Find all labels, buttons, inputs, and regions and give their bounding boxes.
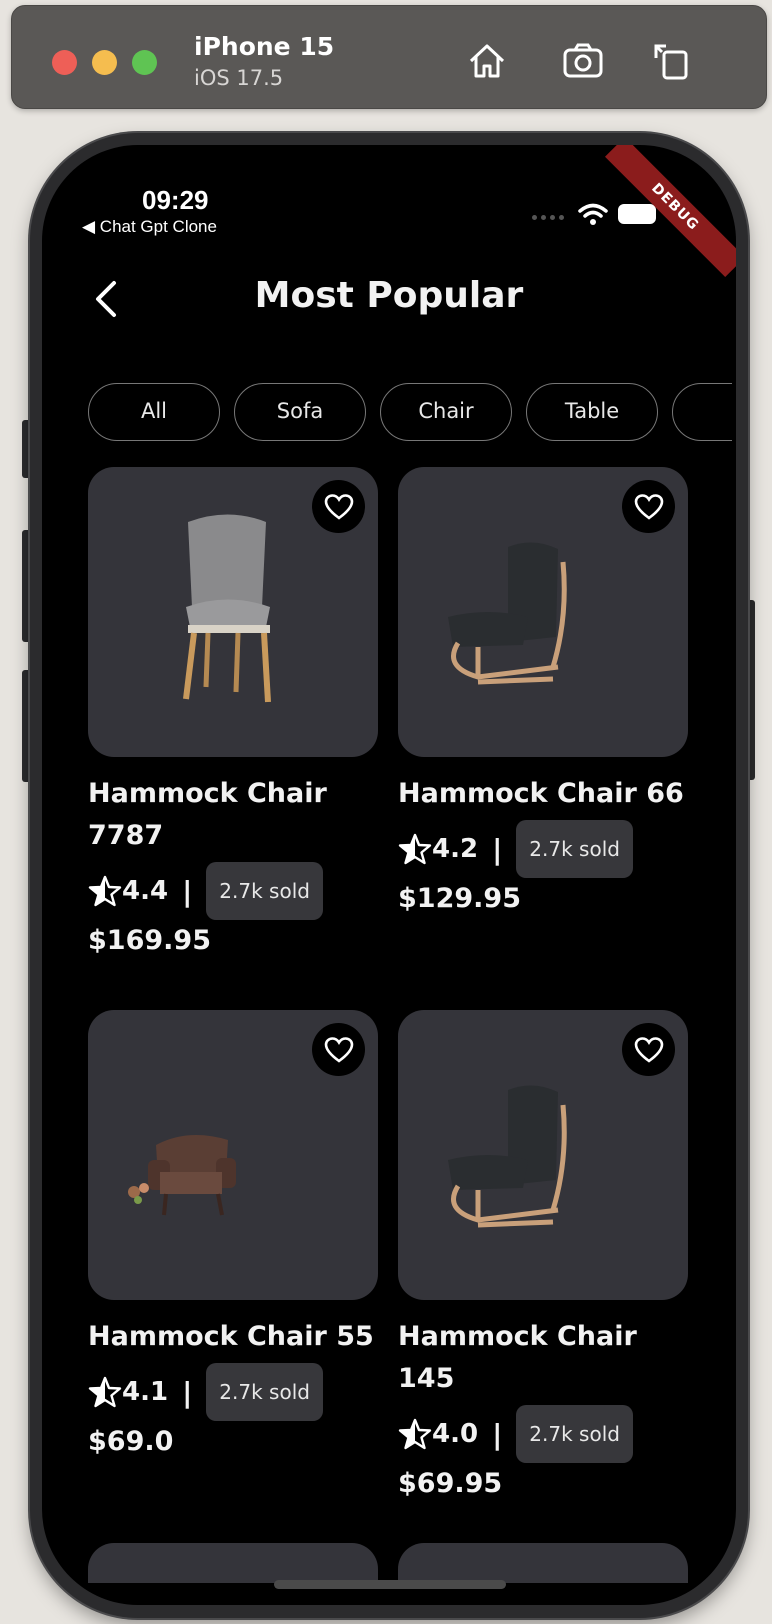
product-name: Hammock Chair 66	[398, 778, 684, 809]
chip-table[interactable]: Table	[526, 383, 658, 441]
home-icon[interactable]	[464, 38, 510, 84]
app-screen: 09:29 ◀ Chat Gpt Clone DEBUG Most Popula…	[42, 145, 736, 1605]
heart-icon	[324, 493, 353, 520]
product-name: Hammock Chair 55	[88, 1321, 374, 1352]
sold-badge: 2.7k sold	[516, 1405, 633, 1463]
status-time: 09:29	[142, 185, 209, 215]
product-image	[88, 467, 378, 757]
wifi-icon	[578, 203, 608, 227]
device-name: iPhone 15	[194, 32, 335, 61]
product-name: Hammock Chair 7787	[88, 778, 327, 851]
back-to-app-link[interactable]: ◀ Chat Gpt Clone	[82, 217, 217, 237]
battery-icon	[618, 204, 656, 224]
separator: |	[492, 1417, 503, 1451]
screenshot-icon[interactable]	[560, 38, 606, 84]
zoom-window-button[interactable]	[132, 50, 157, 75]
minimize-window-button[interactable]	[92, 50, 117, 75]
product-meta: 4.4 | 2.7k sold	[88, 861, 378, 921]
favorite-button[interactable]	[622, 1023, 675, 1076]
product-price: $169.95	[88, 925, 211, 956]
heart-icon	[634, 493, 663, 520]
product-card[interactable]: Hammock Chair 145 4.0 | 2.7k sold $69.95	[398, 1010, 688, 1499]
star-half-icon	[88, 875, 122, 907]
product-rating: 4.4	[122, 876, 169, 906]
product-card[interactable]: Hammock Chair 7787 4.4 | 2.7k sold $169.…	[88, 467, 378, 956]
product-name: Hammock Chair 145	[398, 1321, 637, 1394]
simulator-toolbar: iPhone 15 iOS 17.5	[11, 5, 767, 109]
star-half-icon	[398, 1418, 432, 1450]
rotate-icon[interactable]	[648, 38, 694, 84]
chip-more[interactable]	[672, 383, 732, 441]
sold-badge: 2.7k sold	[516, 820, 633, 878]
product-card[interactable]: Hammock Chair 66 4.2 | 2.7k sold $129.95	[398, 467, 688, 914]
signal-icon	[532, 215, 564, 220]
chip-sofa[interactable]: Sofa	[234, 383, 366, 441]
product-meta: 4.0 | 2.7k sold	[398, 1404, 688, 1464]
product-meta: 4.2 | 2.7k sold	[398, 819, 688, 879]
product-rating: 4.0	[432, 1419, 479, 1449]
page-title: Most Popular	[254, 275, 524, 316]
star-half-icon	[398, 833, 432, 865]
separator: |	[182, 874, 193, 908]
sold-badge: 2.7k sold	[206, 862, 323, 920]
category-chips: All Sofa Chair Table	[88, 383, 732, 441]
product-image	[88, 1010, 378, 1300]
product-price: $129.95	[398, 883, 521, 914]
heart-icon	[324, 1036, 353, 1063]
separator: |	[492, 832, 503, 866]
favorite-button[interactable]	[312, 1023, 365, 1076]
chip-all[interactable]: All	[88, 383, 220, 441]
product-meta: 4.1 | 2.7k sold	[88, 1362, 378, 1422]
next-card-peek	[398, 1543, 688, 1583]
product-price: $69.0	[88, 1426, 174, 1457]
product-rating: 4.2	[432, 834, 479, 864]
next-card-peek	[88, 1543, 378, 1583]
favorite-button[interactable]	[622, 480, 675, 533]
product-image	[398, 467, 688, 757]
product-price: $69.95	[398, 1468, 503, 1499]
heart-icon	[634, 1036, 663, 1063]
chip-chair[interactable]: Chair	[380, 383, 512, 441]
sold-badge: 2.7k sold	[206, 1363, 323, 1421]
product-image	[398, 1010, 688, 1300]
close-window-button[interactable]	[52, 50, 77, 75]
os-version: iOS 17.5	[194, 66, 284, 90]
home-indicator[interactable]	[274, 1580, 506, 1589]
product-rating: 4.1	[122, 1377, 169, 1407]
favorite-button[interactable]	[312, 480, 365, 533]
product-card[interactable]: Hammock Chair 55 4.1 | 2.7k sold $69.0	[88, 1010, 378, 1457]
star-half-icon	[88, 1376, 122, 1408]
separator: |	[182, 1375, 193, 1409]
